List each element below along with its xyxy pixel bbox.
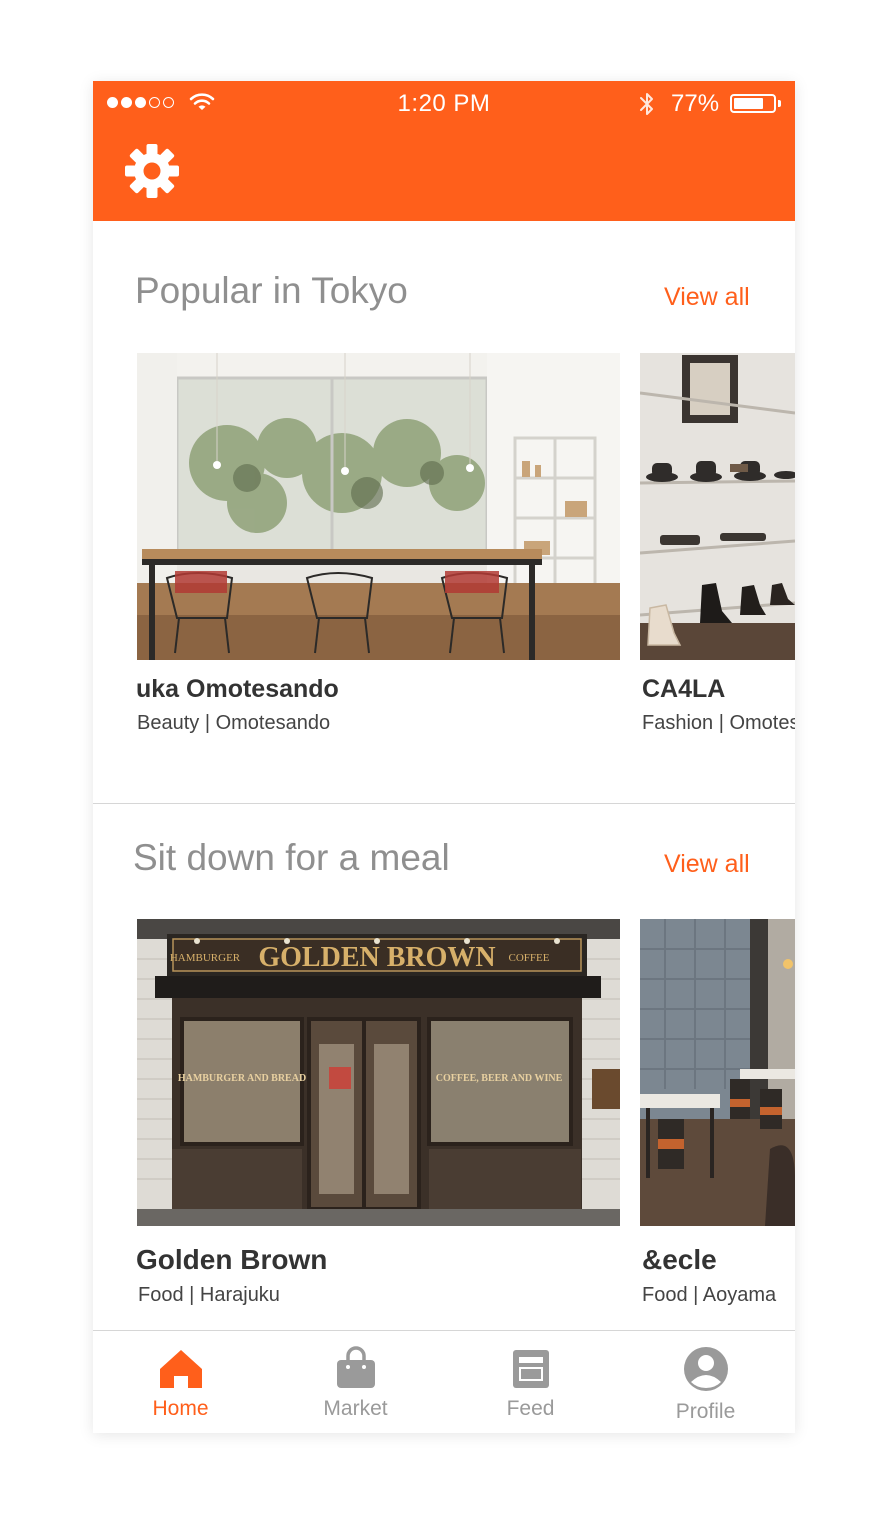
- tab-label-market: Market: [323, 1397, 388, 1420]
- section-title-meal: Sit down for a meal: [133, 837, 450, 878]
- app-header: 1:20 PM 77%: [93, 81, 795, 221]
- hat-shop-photo: [640, 353, 795, 660]
- tab-label-profile: Profile: [675, 1400, 736, 1423]
- shopping-bag-icon: [336, 1346, 375, 1388]
- gear-icon[interactable]: [123, 142, 181, 200]
- view-all-meal-link[interactable]: View all: [664, 850, 750, 879]
- status-bar: 1:20 PM 77%: [93, 81, 795, 127]
- card-image-ca4la[interactable]: [640, 353, 795, 660]
- card-name-ca4la[interactable]: CA4LA: [642, 675, 795, 704]
- card-image-uka-omotesando[interactable]: [137, 353, 620, 660]
- tab-label-home: Home: [152, 1397, 209, 1420]
- newspaper-icon: [512, 1350, 549, 1388]
- tab-home[interactable]: Home: [93, 1331, 268, 1433]
- card-image-ecle[interactable]: [640, 919, 795, 1226]
- card-meta-uka-omotesando: Beauty | Omotesando: [137, 712, 331, 734]
- app-screen: 1:20 PM 77% Popular in Tokyo View all uk…: [93, 81, 795, 1433]
- window-coffee: COFFEE, BEER AND WINE: [436, 1073, 563, 1084]
- section-title-popular: Popular in Tokyo: [135, 270, 408, 311]
- section-divider: [93, 803, 795, 804]
- tab-market[interactable]: Market: [268, 1331, 443, 1433]
- sign-hamburger: HAMBURGER: [170, 952, 241, 964]
- tab-profile[interactable]: Profile: [618, 1331, 793, 1433]
- tab-label-feed: Feed: [506, 1397, 555, 1420]
- bottom-tab-bar: Home Market Feed Profile: [93, 1330, 795, 1433]
- battery-icon: [730, 94, 776, 113]
- card-meta-ca4la: Fashion | Omotesando: [642, 712, 795, 734]
- battery-tip: [778, 100, 781, 107]
- restaurant-storefront-photo: GOLDEN BROWN HAMBURGER COFFEE HAMBURGER …: [137, 919, 620, 1226]
- card-name-golden-brown[interactable]: Golden Brown: [136, 1244, 616, 1276]
- home-icon: [159, 1350, 202, 1388]
- card-name-ecle[interactable]: &ecle: [642, 1244, 795, 1276]
- card-meta-golden-brown: Food | Harajuku: [138, 1284, 280, 1306]
- sign-golden-brown: GOLDEN BROWN: [258, 942, 495, 973]
- battery-percent: 77%: [671, 90, 720, 117]
- user-avatar-icon: [683, 1347, 728, 1391]
- dining-room-photo: [640, 919, 795, 1226]
- sign-coffee: COFFEE: [509, 952, 550, 964]
- cafe-interior-photo: [137, 353, 620, 660]
- view-all-popular-link[interactable]: View all: [664, 283, 750, 312]
- card-meta-ecle: Food | Aoyama: [642, 1284, 777, 1306]
- window-hamburger: HAMBURGER AND BREAD: [178, 1073, 306, 1084]
- card-name-uka-omotesando[interactable]: uka Omotesando: [136, 675, 616, 704]
- tab-feed[interactable]: Feed: [443, 1331, 618, 1433]
- card-image-golden-brown[interactable]: GOLDEN BROWN HAMBURGER COFFEE HAMBURGER …: [137, 919, 620, 1226]
- bluetooth-icon: [640, 93, 653, 115]
